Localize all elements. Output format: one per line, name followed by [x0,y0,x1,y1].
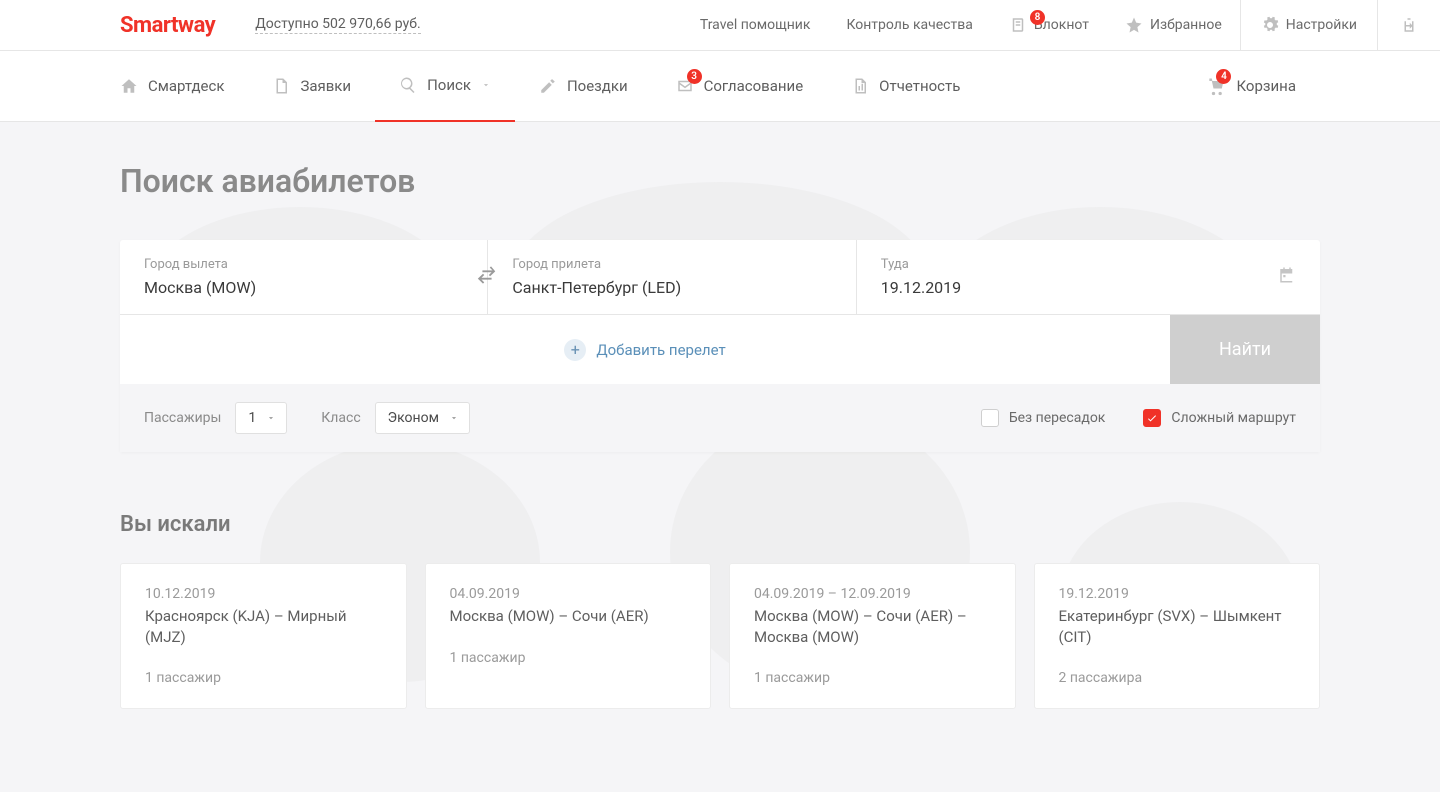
search-icon [399,76,417,94]
checkbox-icon [981,409,999,427]
complex-route-label: Сложный маршрут [1171,410,1296,426]
history-route: Москва (MOW) – Сочи (AER) [450,606,687,628]
tab-reports[interactable]: Отчетность [827,51,984,122]
departure-field[interactable]: Город вылета Москва (MOW) [120,240,488,314]
tab-smartdesk[interactable]: Смартдеск [120,51,248,122]
history-card[interactable]: 19.12.2019 Екатеринбург (SVX) – Шымкент … [1034,563,1321,709]
history-grid: 10.12.2019 Красноярск (KJA) – Мирный (MJ… [120,563,1320,709]
chevron-down-icon [266,413,276,423]
chevron-down-icon [449,413,459,423]
settings-label: Настройки [1286,17,1357,33]
tab-cart[interactable]: Корзина 4 [1182,51,1320,122]
quality-link[interactable]: Контроль качества [828,0,990,51]
favorites-label: Избранное [1150,17,1222,33]
search-button-label: Найти [1219,339,1271,360]
tab-cart-label: Корзина [1236,77,1296,95]
class-value: Эконом [388,410,439,426]
approval-badge: 3 [687,69,702,84]
passengers-label: Пассажиры [144,410,221,426]
tab-requests[interactable]: Заявки [248,51,375,122]
class-label: Класс [321,410,360,426]
passengers-value: 1 [248,410,256,426]
tab-reports-label: Отчетность [879,77,960,95]
logout-link[interactable] [1377,0,1440,51]
tab-approval-label: Согласование [704,77,804,95]
travel-helper-label: Travel помощник [700,17,811,33]
date-label: Туда [881,257,1296,272]
history-route: Красноярск (KJA) – Мирный (MJZ) [145,606,382,648]
to-label: Город прилета [512,257,831,272]
from-label: Город вылета [144,257,463,272]
settings-link[interactable]: Настройки [1240,0,1377,51]
history-date: 19.12.2019 [1059,586,1296,602]
from-value: Москва (MOW) [144,278,463,297]
logout-icon [1400,16,1418,34]
history-date: 04.09.2019 [450,586,687,602]
history-title: Вы искали [120,512,1320,537]
history-pax: 1 пассажир [145,670,382,686]
date-field[interactable]: Туда 19.12.2019 [857,240,1320,314]
favorites-link[interactable]: Избранное [1107,0,1240,51]
history-pax: 1 пассажир [450,650,687,666]
history-card[interactable]: 04.09.2019 – 12.09.2019 Москва (MOW) – С… [729,563,1016,709]
quality-label: Контроль качества [846,17,972,33]
tab-smartdesk-label: Смартдеск [148,77,224,95]
tab-requests-label: Заявки [300,77,351,95]
search-panel: Город вылета Москва (MOW) Город прилета … [120,240,1320,452]
cart-badge: 4 [1216,69,1231,84]
arrival-field[interactable]: Город прилета Санкт-Петербург (LED) [488,240,856,314]
tab-trips-label: Поездки [567,77,628,95]
history-date: 04.09.2019 – 12.09.2019 [754,586,991,602]
tab-approval[interactable]: Согласование 3 [652,51,828,122]
history-card[interactable]: 04.09.2019 Москва (MOW) – Сочи (AER) 1 п… [425,563,712,709]
tab-search-label: Поиск [427,76,471,94]
no-transfer-checkbox[interactable]: Без пересадок [981,409,1106,427]
home-icon [120,77,138,95]
travel-helper-link[interactable]: Travel помощник [682,0,829,51]
history-route: Москва (MOW) – Сочи (AER) – Москва (MOW) [754,606,991,648]
tab-trips[interactable]: Поездки [515,51,652,122]
swap-icon [476,264,498,286]
add-flight-button[interactable]: + Добавить перелет [120,315,1170,384]
gear-icon [1261,16,1279,34]
main-nav: Смартдеск Заявки Поиск Поездки Согласова… [0,51,1440,122]
plus-icon: + [564,339,586,361]
notebook-badge: 8 [1030,10,1045,25]
add-flight-label: Добавить перелет [596,341,725,359]
report-icon [851,77,869,95]
date-value: 19.12.2019 [881,278,1296,297]
history-pax: 1 пассажир [754,670,991,686]
tab-search[interactable]: Поиск [375,51,515,122]
class-select[interactable]: Эконом [375,402,470,434]
topbar: Smartway Доступно 502 970,66 руб. Travel… [0,0,1440,51]
doc-icon [272,77,290,95]
pencil-icon [539,77,557,95]
search-button[interactable]: Найти [1170,315,1320,384]
logo[interactable]: Smartway [120,13,215,38]
history-card[interactable]: 10.12.2019 Красноярск (KJA) – Мирный (MJ… [120,563,407,709]
notebook-icon [1009,16,1027,34]
swap-cities-button[interactable] [476,264,498,290]
no-transfer-label: Без пересадок [1009,410,1106,426]
notebook-link[interactable]: Блокнот 8 [991,0,1107,51]
history-pax: 2 пассажира [1059,670,1296,686]
chevron-down-icon [481,80,491,90]
complex-route-checkbox[interactable]: Сложный маршрут [1143,409,1296,427]
page-title: Поиск авиабилетов [120,162,1320,200]
passengers-select[interactable]: 1 [235,402,287,434]
star-icon [1125,16,1143,34]
calendar-icon [1278,266,1296,288]
checkbox-checked-icon [1143,409,1161,427]
balance-link[interactable]: Доступно 502 970,66 руб. [255,16,420,34]
history-route: Екатеринбург (SVX) – Шымкент (CIT) [1059,606,1296,648]
to-value: Санкт-Петербург (LED) [512,278,831,297]
history-date: 10.12.2019 [145,586,382,602]
